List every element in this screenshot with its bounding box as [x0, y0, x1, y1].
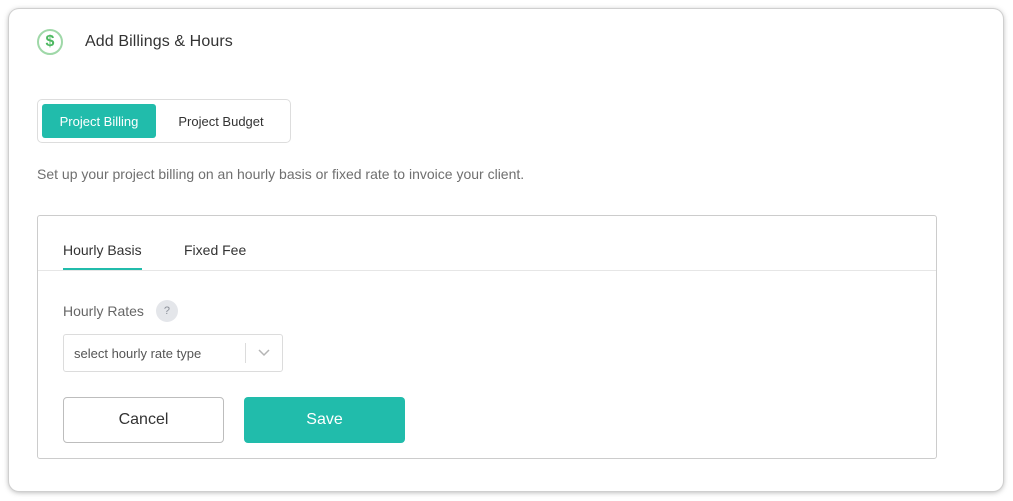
hourly-rates-label-row: Hourly Rates ?	[63, 300, 178, 322]
cancel-button[interactable]: Cancel	[63, 397, 224, 443]
page-title: Add Billings & Hours	[85, 33, 233, 50]
billing-panel: $ Add Billings & Hours Project Billing P…	[9, 9, 1003, 491]
save-button[interactable]: Save	[244, 397, 405, 443]
hourly-rates-label: Hourly Rates	[63, 303, 144, 319]
select-placeholder: select hourly rate type	[74, 345, 202, 361]
billing-description: Set up your project billing on an hourly…	[37, 166, 525, 182]
project-billing-button[interactable]: Project Billing	[42, 104, 156, 138]
chevron-down-icon[interactable]	[246, 335, 282, 371]
billing-card: Hourly Basis Fixed Fee Hourly Rates ? se…	[37, 215, 937, 459]
panel-header: $ Add Billings & Hours	[37, 29, 233, 55]
help-icon[interactable]: ?	[155, 300, 178, 322]
project-budget-button[interactable]: Project Budget	[156, 104, 286, 138]
tab-hourly-basis[interactable]: Hourly Basis	[63, 242, 142, 270]
billing-tabs: Hourly Basis Fixed Fee	[38, 216, 936, 271]
billing-mode-toggle: Project Billing Project Budget	[37, 99, 291, 143]
tab-fixed-fee[interactable]: Fixed Fee	[184, 242, 246, 268]
dollar-icon: $	[37, 29, 63, 55]
hourly-rate-type-select[interactable]: select hourly rate type	[63, 334, 283, 372]
